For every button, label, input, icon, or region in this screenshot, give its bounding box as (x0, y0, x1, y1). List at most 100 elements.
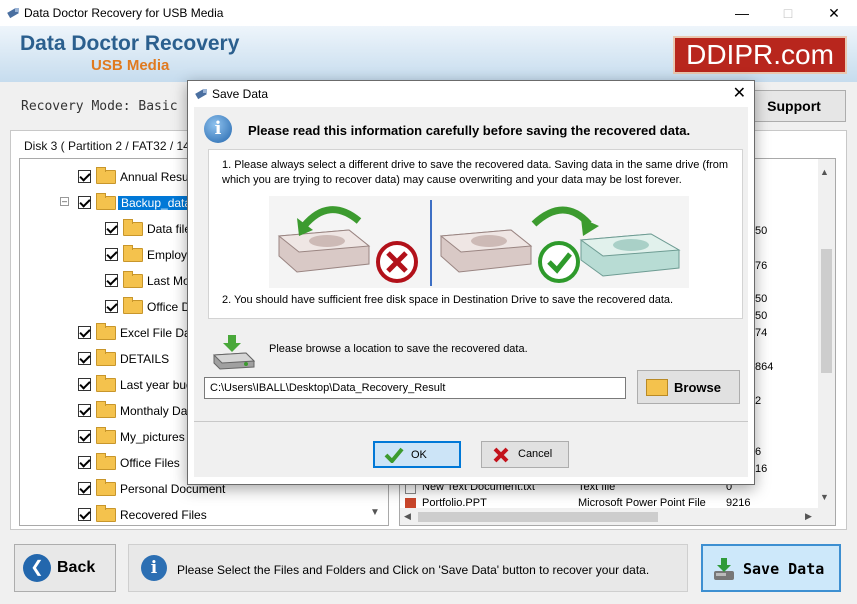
support-button[interactable]: Support (742, 90, 846, 122)
same-drive-icon (277, 229, 371, 273)
checkbox[interactable] (78, 378, 91, 391)
folder-icon (123, 297, 143, 314)
dialog-close-icon[interactable]: ✕ (733, 83, 746, 103)
site-logo: DDIPR.com (673, 36, 847, 74)
folder-icon (96, 323, 116, 340)
window-title: Data Doctor Recovery for USB Media (24, 6, 224, 20)
folder-icon (96, 375, 116, 392)
support-label: Support (767, 98, 821, 114)
save-path-input[interactable] (204, 377, 626, 399)
tree-item-label: My_pictures (120, 430, 185, 444)
checkbox[interactable] (78, 404, 91, 417)
scroll-down-icon[interactable]: ▼ (370, 507, 380, 518)
dialog-body: i Please read this information carefully… (194, 107, 748, 477)
folder-icon (96, 349, 116, 366)
note-different-drive: 1. Please always select a different driv… (222, 159, 729, 186)
app-icon (7, 7, 19, 19)
checkbox[interactable] (78, 352, 91, 365)
browse-button[interactable]: Browse (637, 370, 740, 404)
cross-icon (493, 447, 509, 463)
folder-icon (123, 219, 143, 236)
cancel-button[interactable]: Cancel (481, 441, 569, 468)
app-icon (195, 88, 207, 100)
size-cell: 74 (755, 327, 768, 339)
checkbox[interactable] (78, 326, 91, 339)
checkbox[interactable] (78, 456, 91, 469)
list-vertical-scrollbar[interactable]: ▲ ▼ (818, 159, 835, 525)
checkbox[interactable] (78, 170, 91, 183)
header-banner: Data Doctor Recovery USB Media DDIPR.com (0, 26, 857, 82)
checkbox[interactable] (105, 248, 118, 261)
save-drive-icon (714, 558, 734, 580)
scrollbar-thumb[interactable] (418, 512, 658, 522)
close-button[interactable]: ✕ (811, 0, 857, 26)
folder-icon (123, 245, 143, 262)
recovery-mode-label: Recovery Mode: Basic (21, 99, 178, 114)
browse-prompt: Please browse a location to save the rec… (269, 343, 528, 355)
checkbox[interactable] (78, 482, 91, 495)
save-data-label: Save Data (743, 560, 825, 578)
checkbox[interactable] (78, 430, 91, 443)
dialog-title: Save Data (212, 87, 269, 101)
dialog-divider (194, 421, 748, 422)
folder-icon (96, 401, 116, 418)
scroll-right-icon[interactable]: ▶ (805, 511, 812, 522)
size-cell: 76 (755, 260, 768, 272)
cancel-label: Cancel (518, 448, 553, 460)
size-cell: 864 (755, 361, 774, 373)
drive-illustration (269, 196, 689, 288)
folder-icon (96, 479, 116, 496)
checkbox[interactable] (78, 508, 91, 521)
tree-item-label: DETAILS (120, 352, 170, 366)
source-drive-icon (439, 229, 533, 273)
info-icon: i (204, 115, 232, 143)
back-button[interactable]: ❮ Back (14, 544, 116, 592)
notes-panel: 1. Please always select a different driv… (208, 149, 743, 319)
ok-label: OK (411, 449, 427, 461)
checkbox[interactable] (105, 222, 118, 235)
folder-icon (123, 271, 143, 288)
folder-icon (96, 453, 116, 470)
folder-open-icon (96, 193, 116, 210)
size-cell: 16 (755, 463, 768, 475)
size-cell: 50 (755, 225, 768, 237)
checkbox[interactable] (105, 274, 118, 287)
size-cell: 6 (755, 446, 762, 458)
collapse-icon[interactable]: – (60, 197, 69, 206)
drive-download-icon (212, 335, 256, 370)
brand-subtitle: USB Media (91, 57, 170, 74)
ok-button[interactable]: OK (373, 441, 461, 468)
scroll-down-icon[interactable]: ▼ (820, 492, 829, 502)
folder-icon (96, 427, 116, 444)
checkmark-icon (384, 447, 404, 463)
brand-title: Data Doctor Recovery (20, 32, 240, 55)
tree-item-label: Backup_data (118, 196, 195, 210)
save-data-dialog: Save Data ✕ i Please read this informati… (187, 80, 755, 485)
info-icon: i (141, 555, 167, 581)
dialog-titlebar: Save Data ✕ (188, 81, 754, 107)
status-message: Please Select the Files and Folders and … (177, 563, 650, 577)
list-horizontal-scrollbar[interactable]: ◀ ▶ (400, 508, 819, 525)
note-free-space: 2. You should have sufficient free disk … (222, 294, 674, 306)
scroll-left-icon[interactable]: ◀ (404, 511, 411, 522)
dialog-heading: Please read this information carefully b… (248, 123, 691, 138)
folder-icon (96, 167, 116, 184)
size-cell: 50 (755, 293, 768, 305)
maximize-button[interactable]: □ (765, 0, 811, 26)
minimize-button[interactable]: — (719, 0, 765, 26)
size-cell: 2 (755, 395, 762, 407)
tree-item-label: Last year bud (120, 378, 193, 392)
tree-item-label: Monthaly Data (120, 404, 198, 418)
checkbox[interactable] (105, 300, 118, 313)
arrow-left-icon: ❮ (23, 554, 51, 582)
status-bar: i Please Select the Files and Folders an… (128, 544, 688, 592)
save-data-button[interactable]: Save Data (701, 544, 841, 592)
checkbox[interactable] (78, 196, 91, 209)
size-cell: 50 (755, 310, 768, 322)
scroll-up-icon[interactable]: ▲ (820, 167, 829, 177)
folder-icon (96, 505, 116, 522)
tree-item-label: Data file (147, 222, 192, 236)
disk-info: Disk 3 ( Partition 2 / FAT32 / 144.2 (24, 139, 207, 153)
scrollbar-thumb[interactable] (821, 249, 832, 373)
check-icon (538, 241, 580, 283)
